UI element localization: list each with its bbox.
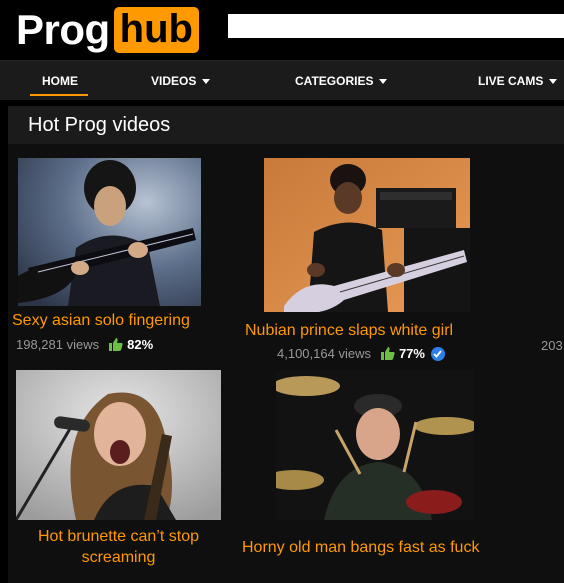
thumbnail-image	[276, 370, 474, 520]
view-count: 198,281 views	[16, 337, 100, 352]
logo-badge: hub	[113, 7, 199, 53]
chevron-down-icon	[549, 78, 558, 84]
nav-home-label: HOME	[42, 74, 78, 88]
chevron-down-icon	[202, 78, 211, 84]
section-title: Hot Prog videos	[28, 114, 171, 136]
nav-categories[interactable]: CATEGORIES	[295, 61, 388, 101]
thumbs-up-icon	[380, 347, 395, 360]
rating-percent: 77%	[398, 346, 425, 361]
video-title[interactable]: Horny old man bangs fast as fuck	[242, 537, 479, 558]
nav-videos-label: VIDEOS	[151, 74, 197, 88]
thumbnail-image	[18, 158, 201, 306]
nav-live-cams[interactable]: LIVE CAMS	[478, 61, 558, 101]
nav-videos[interactable]: VIDEOS	[151, 61, 211, 101]
view-count: 4,100,164 views	[277, 346, 371, 361]
video-thumbnail[interactable]	[276, 370, 474, 520]
active-nav-indicator	[30, 94, 88, 96]
section-header: Hot Prog videos	[8, 106, 564, 144]
top-bar: Prog hub	[0, 0, 564, 60]
thumbnail-image	[264, 158, 470, 312]
verified-check-icon	[430, 346, 445, 361]
video-title[interactable]: Nubian prince slaps white girl	[245, 320, 453, 341]
thumbs-up-icon	[109, 338, 123, 351]
site-logo[interactable]: Prog hub	[16, 6, 199, 54]
video-thumbnail[interactable]	[264, 158, 470, 312]
main-nav: HOME VIDEOS CATEGORIES LIVE CAMS	[0, 60, 564, 100]
video-thumbnail[interactable]	[18, 158, 201, 306]
chevron-down-icon	[379, 78, 388, 84]
video-thumbnail[interactable]	[16, 370, 221, 520]
search-input[interactable]	[228, 14, 564, 38]
thumbnail-image	[16, 370, 221, 520]
nav-categories-label: CATEGORIES	[295, 74, 374, 88]
video-meta: 198,281 views 82%	[16, 337, 153, 352]
nav-live-cams-label: LIVE CAMS	[478, 74, 544, 88]
video-title[interactable]: Hot brunette can’t stop screaming	[16, 526, 221, 568]
video-meta: 4,100,164 views 77%	[277, 346, 445, 361]
logo-text: Prog	[16, 6, 110, 53]
rating-percent: 82%	[127, 337, 154, 352]
view-count-partial: 203	[541, 338, 563, 353]
video-title[interactable]: Sexy asian solo fingering	[12, 310, 190, 331]
